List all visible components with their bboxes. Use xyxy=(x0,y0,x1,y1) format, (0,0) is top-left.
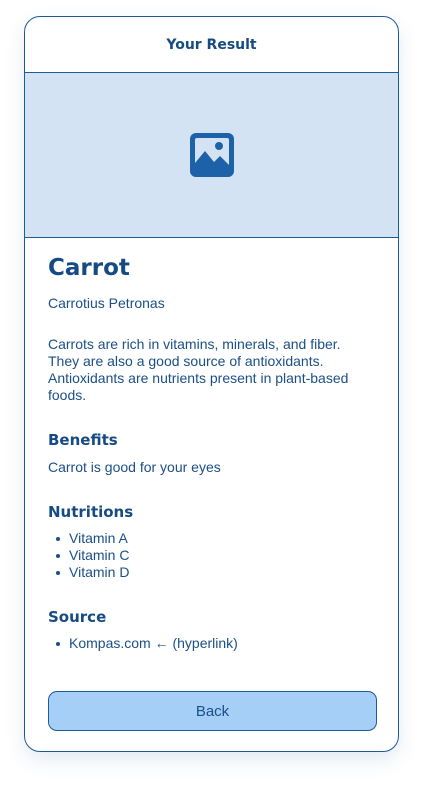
benefits-title: Benefits xyxy=(48,431,118,449)
nutritions-list: Vitamin A Vitamin C Vitamin D xyxy=(48,530,375,581)
result-card: Your Result Carrot Carrotius Petronas Ca… xyxy=(24,16,399,752)
source-title: Source xyxy=(48,608,107,626)
header: Your Result xyxy=(25,17,398,73)
nutritions-title: Nutritions xyxy=(48,503,134,521)
image-icon xyxy=(189,133,234,177)
plant-description: Carrots are rich in vitamins, minerals, … xyxy=(48,336,349,403)
content: Carrot Carrotius Petronas Carrots are ri… xyxy=(25,238,398,652)
header-title: Your Result xyxy=(166,36,257,53)
latin-name: Carrotius Petronas xyxy=(48,295,165,311)
list-item: Vitamin D xyxy=(48,564,375,581)
list-item: Vitamin A xyxy=(48,530,375,547)
image-placeholder xyxy=(25,73,398,238)
benefits-text: Carrot is good for your eyes xyxy=(48,459,221,475)
list-item: Vitamin C xyxy=(48,547,375,564)
back-button[interactable]: Back xyxy=(48,691,377,731)
source-link[interactable]: Kompas.com ← (hyperlink) xyxy=(48,635,375,652)
source-list: Kompas.com ← (hyperlink) xyxy=(48,635,375,652)
plant-name: Carrot xyxy=(48,255,130,281)
